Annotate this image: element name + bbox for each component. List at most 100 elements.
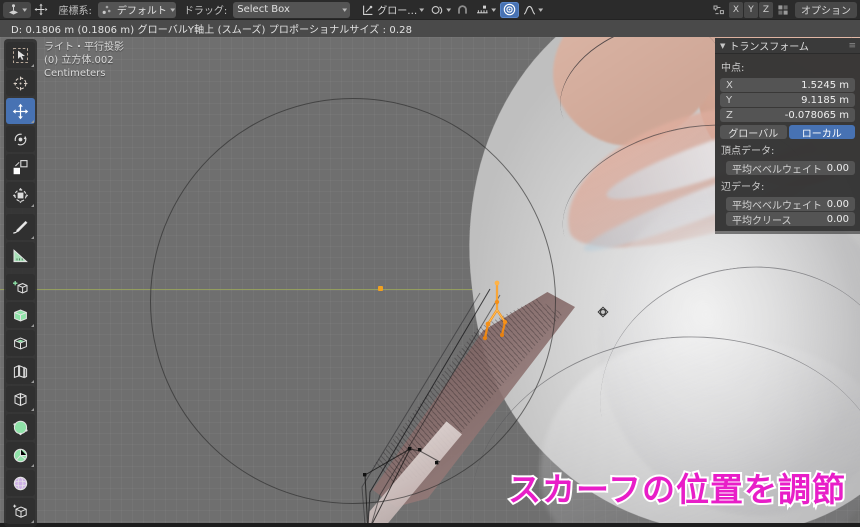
move-arrows-icon [12, 103, 29, 120]
orientation-value: デフォルト [116, 6, 167, 17]
vertex-bevel-weight-label: 平均ベベルウェイト [732, 164, 822, 176]
vertex-data-label: 頂点データ: [721, 146, 775, 157]
chevron-down-icon: ▾ [419, 5, 425, 14]
tool-annotate[interactable] [6, 214, 35, 240]
chevron-down-icon: ▾ [342, 5, 347, 14]
mirror-dropdown[interactable]: ▾ [428, 2, 454, 18]
visibility-toggle[interactable] [709, 2, 729, 18]
edge-crease-label: 平均クリース [732, 215, 792, 227]
knife-icon [12, 419, 29, 436]
tool-smooth[interactable] [6, 470, 35, 496]
edge-bevel-weight-field[interactable]: 平均ベベルウェイト 0.00 [726, 197, 855, 212]
tool-expand-corner [31, 324, 34, 327]
tool-loop-cut[interactable] [6, 386, 35, 412]
operator-status-text: D: 0.1806 m (0.1806 m) グローバルY軸上 (スムーズ) プ… [11, 25, 413, 36]
median-z-value: -0.078065 m [784, 109, 849, 121]
snap-magnet-toggle[interactable] [453, 2, 472, 18]
tool-inset-faces[interactable] [6, 330, 35, 356]
poly-build-icon [12, 447, 29, 464]
snap-settings-dropdown[interactable]: ▾ [472, 2, 500, 18]
operator-status-line: D: 0.1806 m (0.1806 m) グローバルY軸上 (スムーズ) プ… [0, 20, 860, 37]
options-button[interactable]: オプション [795, 1, 857, 18]
selected-vertices [478, 280, 516, 342]
mesh-vertices [340, 417, 530, 523]
move-gizmo-cursor [593, 302, 613, 322]
axis-z-button[interactable]: Z [759, 1, 773, 18]
mirror-icon [431, 4, 444, 16]
orientation-label: 座標系: [58, 6, 92, 17]
tool-tweak[interactable] [6, 42, 35, 68]
proportional-editing-toggle[interactable] [499, 1, 519, 18]
tool-transform[interactable] [6, 182, 35, 208]
tool-shrink-fatten[interactable] [6, 498, 35, 524]
drag-dropdown[interactable]: Select Box ▾ [233, 1, 351, 18]
scale-icon [12, 159, 29, 176]
tool-measure[interactable] [6, 242, 35, 268]
loop-cut-icon [12, 391, 29, 408]
transform-mode-button[interactable] [31, 2, 51, 18]
annotate-pencil-icon [12, 219, 29, 236]
viewport-toolbar[interactable] [4, 39, 37, 527]
transform-icon [12, 187, 29, 204]
transform-panel-title: トランスフォーム [729, 42, 809, 53]
global-space-button[interactable]: グローバル [720, 125, 787, 140]
sidebar-n-panel[interactable]: ▼ トランスフォーム ≡ 中点: X 1.5245 m Y 9.1185 m Z… [715, 38, 860, 234]
vertex-bevel-weight-value: 0.00 [826, 162, 849, 174]
chevron-down-icon: ▾ [170, 5, 176, 14]
edge-bevel-weight-value: 0.00 [826, 198, 849, 210]
chevron-down-icon: ▾ [22, 5, 28, 14]
median-y-value: 9.1185 m [801, 94, 849, 106]
drag-label: ドラッグ: [183, 6, 228, 17]
vertex-bevel-weight-field[interactable]: 平均ベベルウェイト 0.00 [726, 161, 855, 176]
proportional-editing-icon [503, 3, 516, 16]
grid-overlay-icon [777, 4, 790, 16]
chevron-down-icon: ▾ [446, 5, 451, 14]
local-space-button[interactable]: ローカル [788, 125, 855, 140]
edge-crease-field[interactable]: 平均クリース 0.00 [726, 212, 855, 227]
move-tool-icon [34, 3, 48, 16]
transform-panel-header[interactable]: ▼ トランスフォーム ≡ [715, 38, 860, 54]
median-x-label: X [726, 79, 733, 91]
tool-add-cube[interactable] [6, 274, 35, 300]
chevron-down-icon: ▼ [720, 41, 726, 50]
edge-bevel-weight-label: 平均ベベルウェイト [732, 200, 822, 212]
tool-expand-corner [31, 236, 34, 239]
measure-ruler-icon [12, 247, 29, 264]
rotate-icon [12, 131, 29, 148]
median-label: 中点: [721, 63, 745, 74]
orientation-icon [102, 4, 113, 15]
transform-space-toggle-group[interactable]: グローバル ローカル [720, 125, 855, 140]
median-point [378, 286, 383, 291]
edge-crease-value: 0.00 [826, 213, 849, 225]
axis-x-button[interactable]: X [729, 1, 743, 18]
tool-bevel[interactable] [6, 358, 35, 384]
axis-y-button[interactable]: Y [744, 1, 758, 18]
snap-target-dropdown[interactable]: グロー… ▾ [358, 2, 428, 18]
proportional-falloff-dropdown[interactable]: ▾ [519, 2, 547, 18]
median-y-field[interactable]: Y 9.1185 m [720, 93, 855, 107]
magnet-icon [456, 4, 469, 16]
tool-poly-build[interactable] [6, 442, 35, 468]
smooth-falloff-icon [523, 4, 536, 16]
cursor-select-box-icon [12, 47, 29, 64]
transform-panel-body: 中点: X 1.5245 m Y 9.1185 m Z -0.078065 m … [715, 54, 860, 231]
tool-cursor[interactable] [6, 70, 35, 96]
extrude-region-icon [12, 307, 29, 324]
tool-expand-corner [31, 120, 34, 123]
viewport-header[interactable]: ▾ 座標系: デフォルト ▾ ドラッグ: Select Box ▾ グロー… ▾… [0, 0, 860, 20]
tool-move[interactable] [6, 98, 35, 124]
shrink-fatten-icon [12, 503, 29, 520]
median-z-field[interactable]: Z -0.078065 m [720, 108, 855, 122]
tool-extrude-region[interactable] [6, 302, 35, 328]
orientation-dropdown[interactable]: デフォルト ▾ [97, 1, 176, 18]
overlays-toggle[interactable] [774, 2, 793, 18]
tool-knife[interactable] [6, 414, 35, 440]
blender-window: ライト・平行投影 (0) 立方体.002 Centimeters スカーフの位置… [0, 0, 860, 527]
median-z-label: Z [726, 109, 733, 121]
median-x-field[interactable]: X 1.5245 m [720, 78, 855, 92]
add-cube-icon [12, 279, 29, 296]
editor-type-icon [7, 3, 20, 16]
tool-rotate[interactable] [6, 126, 35, 152]
editor-type-button[interactable]: ▾ [3, 1, 31, 18]
tool-scale[interactable] [6, 154, 35, 180]
